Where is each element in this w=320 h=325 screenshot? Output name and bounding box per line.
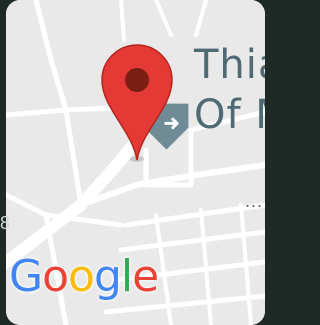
logo-letter: o: [42, 251, 69, 302]
more-indicator: ...: [245, 191, 264, 211]
google-logo: Google: [9, 249, 159, 305]
card-edge-marker: 8: [0, 213, 11, 233]
logo-letter: o: [68, 251, 95, 302]
logo-letter: l: [120, 251, 133, 302]
logo-letter: g: [93, 251, 122, 302]
place-label[interactable]: Thia Of M: [194, 40, 265, 140]
map-card[interactable]: Thia Of M ... Google: [6, 0, 265, 325]
logo-letter: e: [132, 251, 159, 302]
logo-letter: G: [9, 251, 43, 302]
